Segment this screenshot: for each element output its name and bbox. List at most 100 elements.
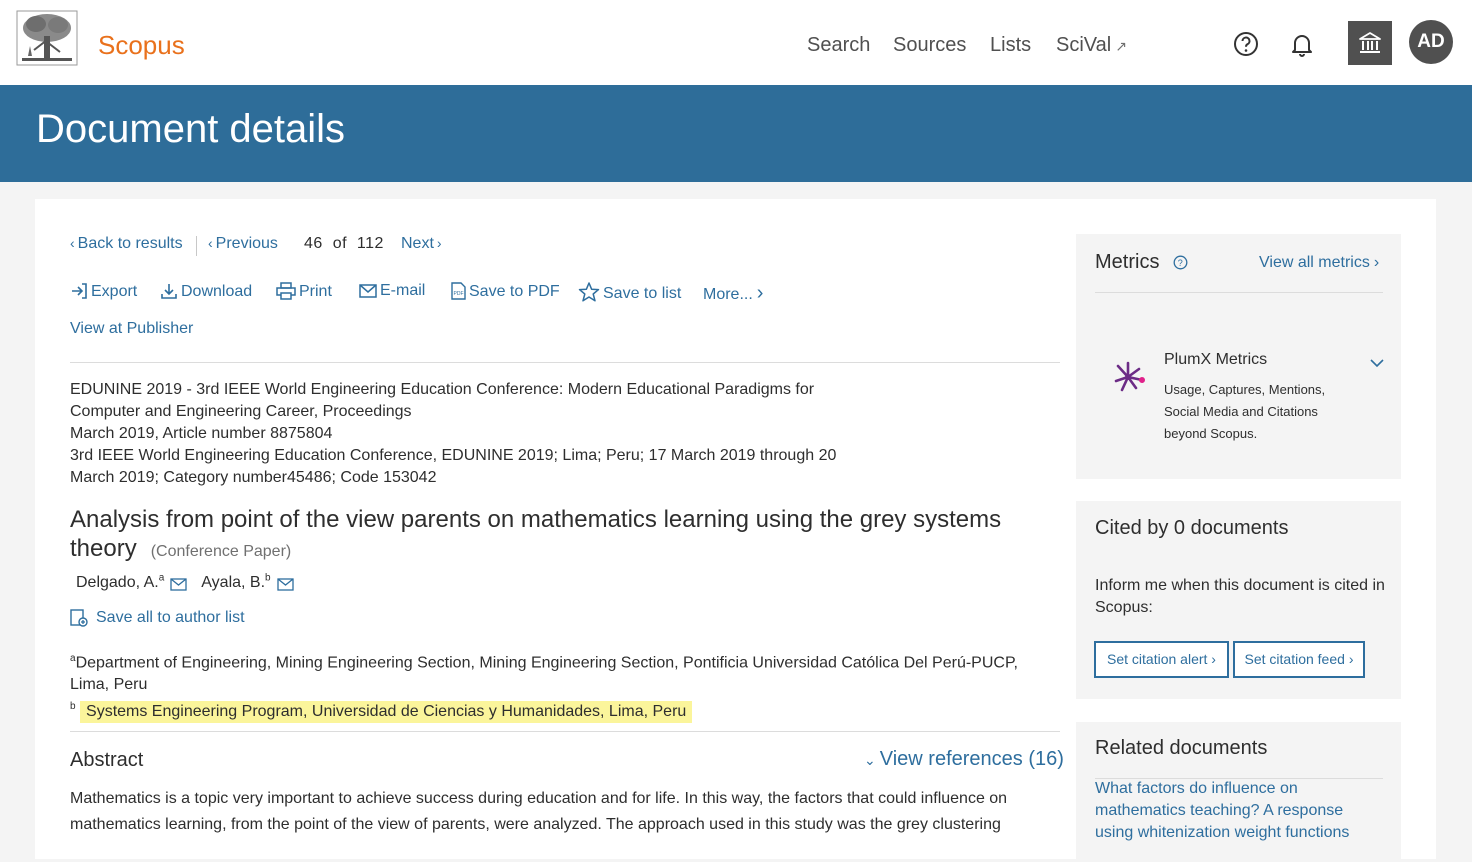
view-references-label: View references (16) <box>879 748 1064 770</box>
chevron-down-icon[interactable] <box>1369 355 1385 371</box>
page-banner: Document details <box>0 85 1472 182</box>
affiliations: aDepartment of Engineering, Mining Engin… <box>70 648 1060 723</box>
view-all-metrics-label: View all metrics <box>1259 254 1370 271</box>
affiliation-a: aDepartment of Engineering, Mining Engin… <box>70 648 1060 696</box>
chevron-right-icon: › <box>1348 651 1354 667</box>
affiliation-text-highlighted: Systems Engineering Program, Universidad… <box>80 700 693 723</box>
plumx-icon <box>1114 361 1145 392</box>
save-to-pdf-label: Save to PDF <box>469 283 560 300</box>
more-button[interactable]: More... › <box>703 282 763 305</box>
save-to-pdf-button[interactable]: PDF Save to PDF <box>450 282 560 301</box>
export-label: Export <box>91 283 138 300</box>
download-icon <box>161 284 177 299</box>
scopus-logo[interactable]: Scopus <box>98 30 185 61</box>
chevron-left-icon: ‹ <box>208 235 213 251</box>
chevron-right-icon: › <box>436 235 442 251</box>
divider <box>1095 292 1383 293</box>
print-button[interactable]: Print <box>276 282 332 301</box>
more-label: More... <box>703 286 753 303</box>
next-label: Next <box>401 235 434 252</box>
email-button[interactable]: E-mail <box>359 282 425 300</box>
set-citation-feed-button[interactable]: Set citation feed › <box>1233 641 1365 678</box>
user-avatar[interactable]: AD <box>1409 20 1453 64</box>
affiliation-b: b Systems Engineering Program, Universid… <box>70 696 1060 723</box>
top-bar: Scopus Search Sources Lists SciVal ↗ AD <box>0 0 1472 85</box>
affiliation-text: Department of Engineering, Mining Engine… <box>70 654 1018 694</box>
back-to-results-link[interactable]: ‹ Back to results <box>70 235 183 253</box>
source-line: EDUNINE 2019 - 3rd IEEE World Engineerin… <box>70 381 815 398</box>
nav-lists[interactable]: Lists <box>990 34 1031 57</box>
help-icon[interactable]: ? <box>1173 255 1188 270</box>
source-info: EDUNINE 2019 - 3rd IEEE World Engineerin… <box>70 379 870 489</box>
source-line: 3rd IEEE World Engineering Education Con… <box>70 447 837 464</box>
bell-icon[interactable] <box>1286 28 1318 60</box>
nav-scival-label: SciVal <box>1056 34 1112 56</box>
chevron-right-icon: › <box>1211 651 1216 667</box>
nav-scival[interactable]: SciVal ↗ <box>1056 34 1127 57</box>
metrics-panel: Metrics ? View all metrics › PlumX Metric… <box>1076 234 1401 479</box>
abstract-text: Mathematics is a topic very important to… <box>70 790 1008 833</box>
author-list: Delgado, A.a Ayala, B.b <box>76 573 308 592</box>
institution-button[interactable] <box>1348 21 1392 65</box>
source-line: March 2019; Category number45486; Code 1… <box>70 469 437 486</box>
chevron-right-icon: › <box>756 282 764 304</box>
print-icon <box>276 282 296 300</box>
email-author-icon[interactable] <box>276 578 294 591</box>
set-citation-feed-label: Set citation feed <box>1244 651 1345 667</box>
svg-text:PDF: PDF <box>454 291 464 297</box>
author-name: Delgado, A. <box>76 574 159 592</box>
export-icon <box>72 283 87 299</box>
author-link[interactable]: Delgado, A.a <box>76 573 165 592</box>
help-icon[interactable] <box>1230 28 1262 60</box>
current-index: 46 <box>304 235 323 252</box>
view-references-link[interactable]: ⌄ View references (16) <box>864 748 1064 771</box>
divider <box>70 731 1060 732</box>
source-line: March 2019, Article number 8875804 <box>70 425 333 442</box>
of-label: of <box>332 235 348 252</box>
chevron-right-icon: › <box>1373 254 1380 271</box>
nav-search[interactable]: Search <box>807 34 870 57</box>
document-type: (Conference Paper) <box>150 543 292 560</box>
view-all-metrics-link[interactable]: View all metrics › <box>1259 254 1379 272</box>
result-position: 46 of 112 <box>304 235 384 253</box>
elsevier-tree-logo[interactable] <box>16 10 78 66</box>
view-at-publisher-link[interactable]: View at Publisher <box>70 320 193 338</box>
svg-text:?: ? <box>1178 258 1183 268</box>
envelope-icon <box>359 284 377 298</box>
author-link[interactable]: Ayala, B.b <box>201 573 270 592</box>
nav-sources[interactable]: Sources <box>893 34 966 57</box>
related-documents-panel: Related documents What factors do influe… <box>1076 722 1401 862</box>
author-name: Ayala, B. <box>201 574 266 592</box>
save-all-to-author-list-link[interactable]: Save all to author list <box>70 607 245 627</box>
download-button[interactable]: Download <box>160 282 252 301</box>
print-label: Print <box>299 283 332 300</box>
save-to-list-button[interactable]: Save to list <box>578 282 681 303</box>
source-line: Computer and Engineering Career, Proceed… <box>70 403 412 420</box>
download-label: Download <box>181 283 253 300</box>
cited-by-description: Inform me when this document is cited in… <box>1095 577 1385 616</box>
total-results: 112 <box>356 235 384 252</box>
chevron-down-icon: ⌄ <box>864 752 876 768</box>
document-title-block: Analysis from point of the view parents … <box>70 505 1060 566</box>
set-citation-alert-button[interactable]: Set citation alert › <box>1094 641 1229 678</box>
cited-by-panel: Cited by 0 documents Inform me when this… <box>1076 501 1401 699</box>
export-button[interactable]: Export <box>70 282 137 301</box>
divider <box>70 362 1060 363</box>
page-title: Document details <box>36 107 346 151</box>
star-icon <box>578 282 600 302</box>
back-to-results-label: Back to results <box>77 235 183 252</box>
author-affiliation-marker: a <box>158 573 165 584</box>
plumx-description: Usage, Captures, Mentions, Social Media … <box>1164 382 1326 441</box>
related-document-link[interactable]: What factors do influence on mathematics… <box>1095 778 1385 844</box>
previous-link[interactable]: ‹ Previous <box>208 235 278 253</box>
metrics-title: Metrics ? <box>1095 251 1188 274</box>
add-to-list-icon <box>70 609 88 627</box>
next-link[interactable]: Next › <box>401 235 445 253</box>
institution-icon <box>1359 32 1381 53</box>
cited-by-title: Cited by 0 documents <box>1095 517 1289 539</box>
pager-divider <box>196 236 197 256</box>
email-author-icon[interactable] <box>170 578 187 591</box>
set-citation-alert-label: Set citation alert <box>1107 651 1208 667</box>
save-all-to-author-list-label: Save all to author list <box>96 609 245 626</box>
external-link-icon: ↗ <box>1115 38 1127 54</box>
